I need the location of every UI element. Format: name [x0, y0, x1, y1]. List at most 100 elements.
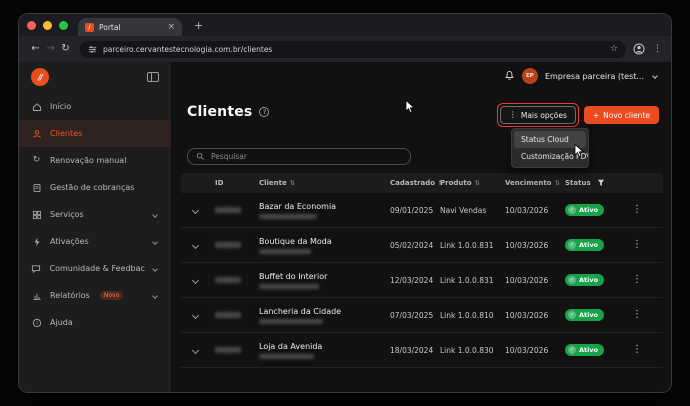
check-icon: ✓ — [568, 311, 576, 319]
browser-tab[interactable]: / Portal × — [78, 18, 182, 36]
collapse-sidebar-icon[interactable] — [147, 72, 159, 82]
menu-item-customizacao-pdv[interactable]: Customização PDV — [514, 148, 586, 165]
client-id-redacted — [215, 207, 241, 213]
client-due-date: 10/03/2026 — [499, 346, 559, 355]
client-doc-redacted — [259, 284, 319, 289]
close-window-button[interactable] — [27, 21, 36, 30]
row-expand-icon[interactable] — [191, 276, 198, 283]
client-id-redacted — [215, 277, 241, 283]
browser-window: / Portal × + ← → ↻ parceiro.cervantestec… — [18, 13, 672, 393]
table-row[interactable]: Buffet do Interior 12/03/2024 Link 1.0.0… — [181, 263, 663, 298]
search-icon — [196, 152, 205, 161]
client-product: Link 1.0.0.831 — [434, 276, 499, 285]
status-badge: ✓Ativo — [565, 344, 604, 356]
invoice-icon — [31, 183, 42, 193]
row-menu-button[interactable]: ⋮ — [632, 275, 642, 285]
client-product: Link 1.0.0.831 — [434, 241, 499, 250]
col-id[interactable]: ID — [209, 179, 253, 187]
client-product: Link 1.0.0.810 — [434, 311, 499, 320]
sidebar-item-servicos[interactable]: Serviços — [19, 201, 171, 228]
table-row[interactable]: Lancheria da Cidade 07/03/2025 Link 1.0.… — [181, 298, 663, 333]
chevron-down-icon — [652, 73, 658, 79]
row-menu-button[interactable]: ⋮ — [632, 310, 642, 320]
sort-icon[interactable]: ⇅ — [290, 179, 295, 187]
sidebar-item-relatorios[interactable]: Relatórios Novo — [19, 282, 171, 309]
help-icon: ? — [31, 318, 42, 328]
client-created: 12/03/2024 — [384, 276, 434, 285]
minimize-window-button[interactable] — [43, 21, 52, 30]
page-help-icon[interactable]: ? — [259, 107, 269, 117]
sort-icon[interactable]: ⇅ — [475, 179, 480, 187]
browser-menu-icon[interactable]: ⋮ — [653, 45, 662, 54]
forward-icon[interactable]: → — [43, 44, 58, 54]
more-options-dropdown: Status Cloud Customização PDV — [511, 128, 589, 168]
more-options-button[interactable]: ⋮ Mais opções — [500, 106, 576, 124]
account-menu[interactable]: EP Empresa parceira (test... — [504, 67, 657, 85]
sidebar-item-label: Clientes — [50, 129, 82, 138]
filter-funnel-icon[interactable] — [597, 179, 605, 187]
search-box[interactable] — [187, 148, 411, 165]
col-cadastrado[interactable]: Cadastrado⇅ — [384, 179, 434, 187]
site-settings-icon[interactable] — [88, 45, 97, 54]
row-expand-icon[interactable] — [191, 311, 198, 318]
notifications-bell-icon[interactable] — [504, 70, 515, 82]
bolt-icon — [31, 237, 42, 247]
row-menu-button[interactable]: ⋮ — [632, 205, 642, 215]
table-row[interactable]: Loja da Avenida 18/03/2024 Link 1.0.0.83… — [181, 333, 663, 368]
table-row[interactable]: Boutique da Moda 05/02/2024 Link 1.0.0.8… — [181, 228, 663, 263]
client-id-redacted — [215, 312, 241, 318]
row-expand-icon[interactable] — [191, 206, 198, 213]
sidebar-item-gestao-de-cobrancas[interactable]: Gestão de cobranças — [19, 174, 171, 201]
users-icon — [31, 129, 42, 139]
client-doc-redacted — [259, 319, 323, 324]
account-name: Empresa parceira (test... — [545, 72, 644, 81]
profile-icon[interactable] — [633, 43, 645, 55]
menu-item-status-cloud[interactable]: Status Cloud — [514, 131, 586, 148]
sidebar-item-inicio[interactable]: Início — [19, 93, 171, 120]
new-tab-button[interactable]: + — [194, 20, 203, 31]
sidebar-nav: Início Clientes ↻ Renovação manual — [19, 88, 171, 336]
tab-close-icon[interactable]: × — [167, 23, 175, 32]
url-text: parceiro.cervantestecnologia.com.br/clie… — [103, 45, 604, 54]
row-expand-icon[interactable] — [191, 241, 198, 248]
app-content: // Início Clientes ↻ — [19, 62, 671, 393]
row-menu-button[interactable]: ⋮ — [632, 345, 642, 355]
client-product: Navi Vendas — [434, 206, 499, 215]
chevron-down-icon — [152, 212, 158, 218]
sidebar-item-ativacoes[interactable]: Ativações — [19, 228, 171, 255]
client-due-date: 10/03/2026 — [499, 276, 559, 285]
row-expand-icon[interactable] — [191, 346, 198, 353]
grid-icon — [31, 210, 42, 220]
status-badge: ✓Ativo — [565, 204, 604, 216]
sidebar-item-comunidade-feedback[interactable]: Comunidade & Feedback — [19, 255, 171, 282]
chevron-down-icon — [152, 266, 158, 272]
client-doc-redacted — [259, 214, 317, 219]
sidebar-item-ajuda[interactable]: ? Ajuda — [19, 309, 171, 336]
new-client-button[interactable]: + Novo cliente — [584, 106, 659, 124]
address-bar[interactable]: parceiro.cervantestecnologia.com.br/clie… — [80, 41, 626, 58]
sidebar-item-renovacao-manual[interactable]: ↻ Renovação manual — [19, 147, 171, 174]
check-icon: ✓ — [568, 241, 576, 249]
back-icon[interactable]: ← — [28, 44, 43, 54]
table-row[interactable]: Bazar da Economia 09/01/2025 Navi Vendas… — [181, 193, 663, 228]
check-icon: ✓ — [568, 346, 576, 354]
col-vencimento[interactable]: Vencimento⇅ — [499, 179, 559, 187]
reload-icon[interactable]: ↻ — [58, 44, 73, 54]
sidebar-item-clientes[interactable]: Clientes — [19, 120, 171, 147]
refresh-icon: ↻ — [31, 156, 42, 165]
zoom-window-button[interactable] — [59, 21, 68, 30]
client-due-date: 10/03/2026 — [499, 311, 559, 320]
client-name: Lancheria da Cidade — [259, 307, 384, 316]
sidebar-item-label: Início — [50, 102, 71, 111]
search-input[interactable] — [211, 152, 402, 161]
client-due-date: 10/03/2026 — [499, 241, 559, 250]
col-status[interactable]: Status — [559, 179, 611, 187]
sidebar-header: // — [19, 62, 171, 88]
bookmark-star-icon[interactable]: ☆ — [610, 45, 618, 54]
col-cliente[interactable]: Cliente⇅ — [253, 179, 384, 187]
client-name: Buffet do Interior — [259, 272, 384, 281]
sidebar-item-label: Ajuda — [50, 318, 73, 327]
chevron-down-icon — [152, 239, 158, 245]
col-produto[interactable]: Produto⇅ — [434, 179, 499, 187]
row-menu-button[interactable]: ⋮ — [632, 240, 642, 250]
